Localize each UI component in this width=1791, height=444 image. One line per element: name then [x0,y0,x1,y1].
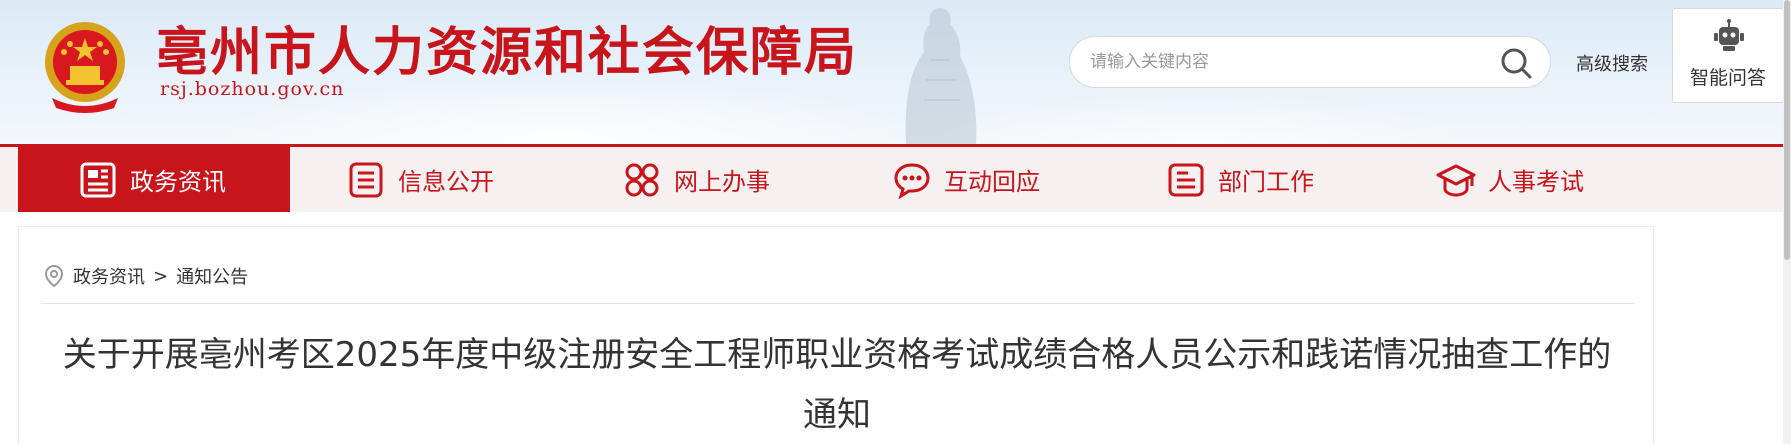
page-scrollbar[interactable] [1783,0,1791,444]
grid-rings-icon [625,163,659,196]
nav-label: 互动回应 [944,168,1040,196]
list-doc-icon [349,162,383,197]
article-panel: 政务资讯 > 通知公告 关于开展亳州考区2025年度中级注册安全工程师职业资格考… [18,226,1654,444]
advanced-search-link[interactable]: 高级搜索 [1576,50,1648,76]
nav-label: 网上办事 [674,168,770,196]
location-pin-icon [44,264,64,288]
ai-qa-label: 智能问答 [1689,67,1766,89]
site-title: 亳州市人力资源和社会保障局 [156,22,859,83]
divider [41,303,1635,304]
nav-item-news[interactable]: 政务资讯 [18,147,290,212]
nav-label: 人事考试 [1488,168,1584,196]
scrollbar-thumb[interactable] [1784,0,1790,260]
search-icon[interactable] [1498,45,1534,81]
news-icon [80,162,116,197]
nav-item-interaction[interactable]: 互动回应 [892,147,1040,212]
nav-item-department-work[interactable]: 部门工作 [1166,147,1314,212]
site-domain: rsj.bozhou.gov.cn [160,78,345,100]
breadcrumb-notices-link[interactable]: 通知公告 [176,263,248,289]
article-title: 关于开展亳州考区2025年度中级注册安全工程师职业资格考试成绩合格人员公示和践诺… [62,335,1612,435]
breadcrumb: 政务资讯 > 通知公告 [43,263,248,289]
nav-item-personnel-exam[interactable]: 人事考试 [1436,147,1584,212]
robot-icon [1714,19,1744,51]
search-box [1069,36,1551,88]
nav-label: 部门工作 [1218,168,1314,196]
search-input[interactable] [1090,37,1470,87]
chat-bubble-icon [894,162,930,199]
nav-label: 信息公开 [398,168,494,196]
nav-item-online-services[interactable]: 网上办事 [622,147,770,212]
graduation-cap-icon [1436,164,1476,197]
statue-watermark-image [905,8,977,144]
breadcrumb-news-link[interactable]: 政务资讯 [73,263,145,289]
national-emblem-icon [45,22,125,113]
nav-label: 政务资讯 [130,168,226,196]
breadcrumb-separator: > [153,265,169,287]
main-nav: 政务资讯 信息公开 网上办事 互动回应 部门工作 人事考试 [0,144,1791,212]
nav-item-info-disclosure[interactable]: 信息公开 [346,147,494,212]
site-header: 亳州市人力资源和社会保障局 rsj.bozhou.gov.cn 高级搜索 智能问… [0,0,1791,144]
folder-doc-icon [1168,163,1204,196]
ai-qa-button[interactable]: 智能问答 [1672,8,1784,103]
